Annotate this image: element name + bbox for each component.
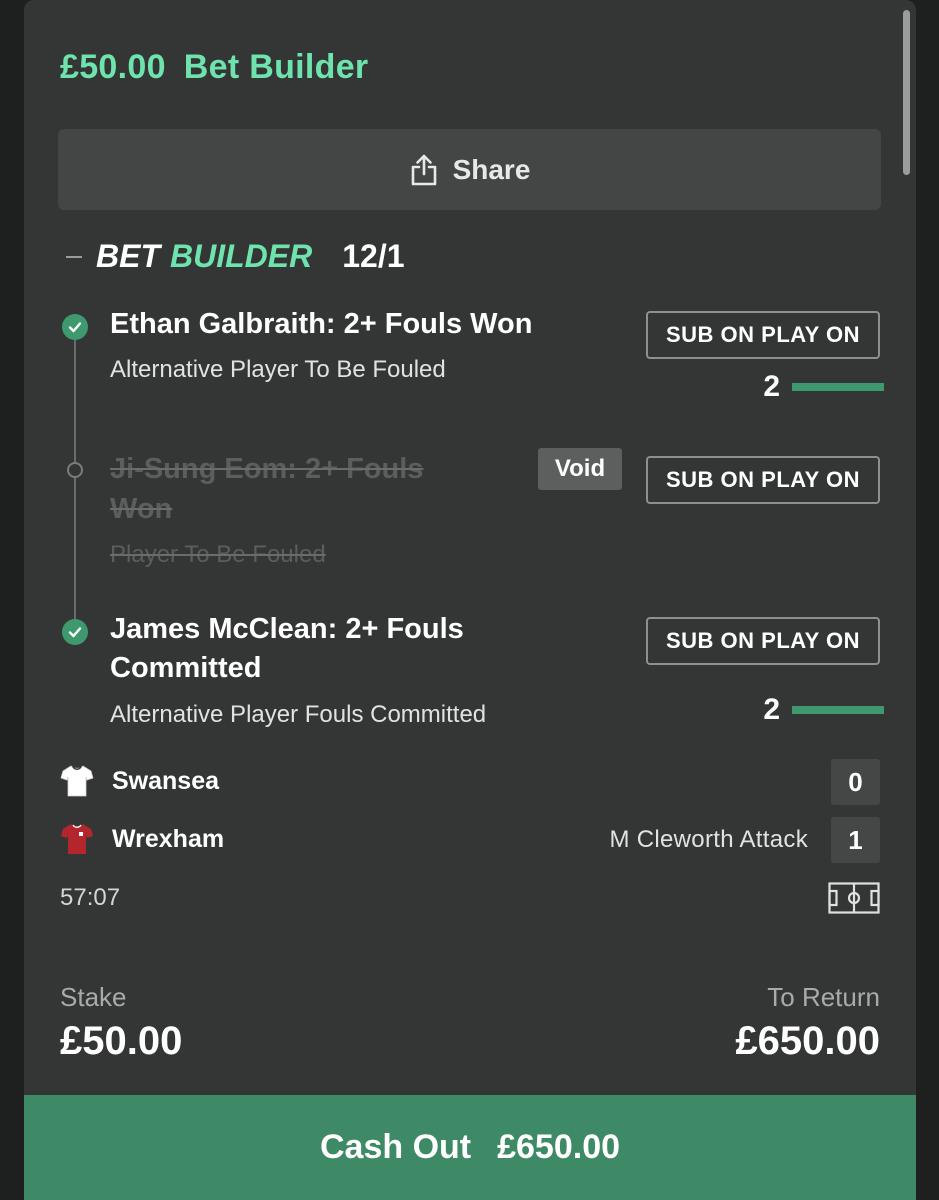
sub-on-play-on-badge[interactable]: SUB ON PLAY ON <box>646 311 880 359</box>
share-icon <box>411 154 436 185</box>
sub-on-play-on-badge[interactable]: SUB ON PLAY ON <box>646 617 880 665</box>
progress-fill <box>792 706 884 714</box>
bet-header: £50.00 Bet Builder <box>60 48 368 87</box>
selection-title-line2: Committed <box>110 652 262 684</box>
bet-builder-label-part2: BUILDER <box>170 238 313 274</box>
return-value: £650.00 <box>735 1019 880 1063</box>
progress-value: 2 <box>763 370 780 403</box>
selection-title-line1: James McClean: 2+ Fouls <box>110 613 464 645</box>
progress-value: 2 <box>763 693 780 726</box>
away-team-name: Wrexham <box>112 824 225 853</box>
stake-value: £50.00 <box>60 1019 183 1063</box>
return-label: To Return <box>767 982 880 1012</box>
pitch-icon[interactable] <box>828 882 880 914</box>
pending-dot-icon <box>67 462 83 478</box>
cash-out-label: Cash Out <box>319 1128 472 1166</box>
match-clock: 57:07 <box>60 884 121 911</box>
cash-out-button[interactable]: Cash Out £650.00 <box>24 1095 916 1200</box>
stake-label: Stake <box>60 982 127 1012</box>
bet-card: £50.00 Bet Builder Share BET BUILDER 12/1… <box>24 0 916 1200</box>
share-button[interactable]: Share <box>58 129 881 210</box>
check-icon <box>62 619 88 645</box>
away-score: 1 <box>831 817 880 863</box>
selection-market: Player To Be Fouled <box>110 541 326 568</box>
selection-title: Ethan Galbraith: 2+ Fouls Won <box>110 308 533 340</box>
bet-builder-toggle[interactable]: BET BUILDER 12/1 <box>66 238 405 275</box>
collapse-icon <box>66 255 82 258</box>
sub-on-play-on-badge[interactable]: SUB ON PLAY ON <box>646 456 880 504</box>
selection-title-line1: Ji-Sung Eom: 2+ Fouls <box>110 453 424 485</box>
bet-odds: 12/1 <box>342 238 405 274</box>
home-score: 0 <box>831 759 880 805</box>
match-event: M Cleworth Attack <box>609 826 808 853</box>
progress-bar <box>792 383 884 391</box>
header-bet-type: Bet Builder <box>183 48 369 86</box>
selection-title-line2: Won <box>110 493 173 525</box>
header-stake: £50.00 <box>60 48 166 86</box>
away-team: Wrexham <box>60 822 224 856</box>
cash-out-amount: £650.00 <box>497 1128 621 1166</box>
selection-timeline <box>74 340 76 625</box>
bet-builder-label-part1: BET <box>96 238 160 274</box>
selection-market: Alternative Player Fouls Committed <box>110 701 487 728</box>
share-label: Share <box>452 153 531 185</box>
void-badge: Void <box>538 448 622 490</box>
home-team-name: Swansea <box>112 766 220 795</box>
home-team: Swansea <box>60 764 219 798</box>
check-icon <box>62 314 88 340</box>
selection-progress: 2 <box>740 693 884 727</box>
home-kit-icon <box>60 765 94 797</box>
selection-market: Alternative Player To Be Fouled <box>110 356 446 383</box>
scrollbar[interactable] <box>903 10 910 175</box>
progress-bar <box>792 706 884 714</box>
progress-fill <box>792 383 884 391</box>
away-kit-icon <box>61 824 93 854</box>
selection-progress: 2 <box>740 370 884 404</box>
